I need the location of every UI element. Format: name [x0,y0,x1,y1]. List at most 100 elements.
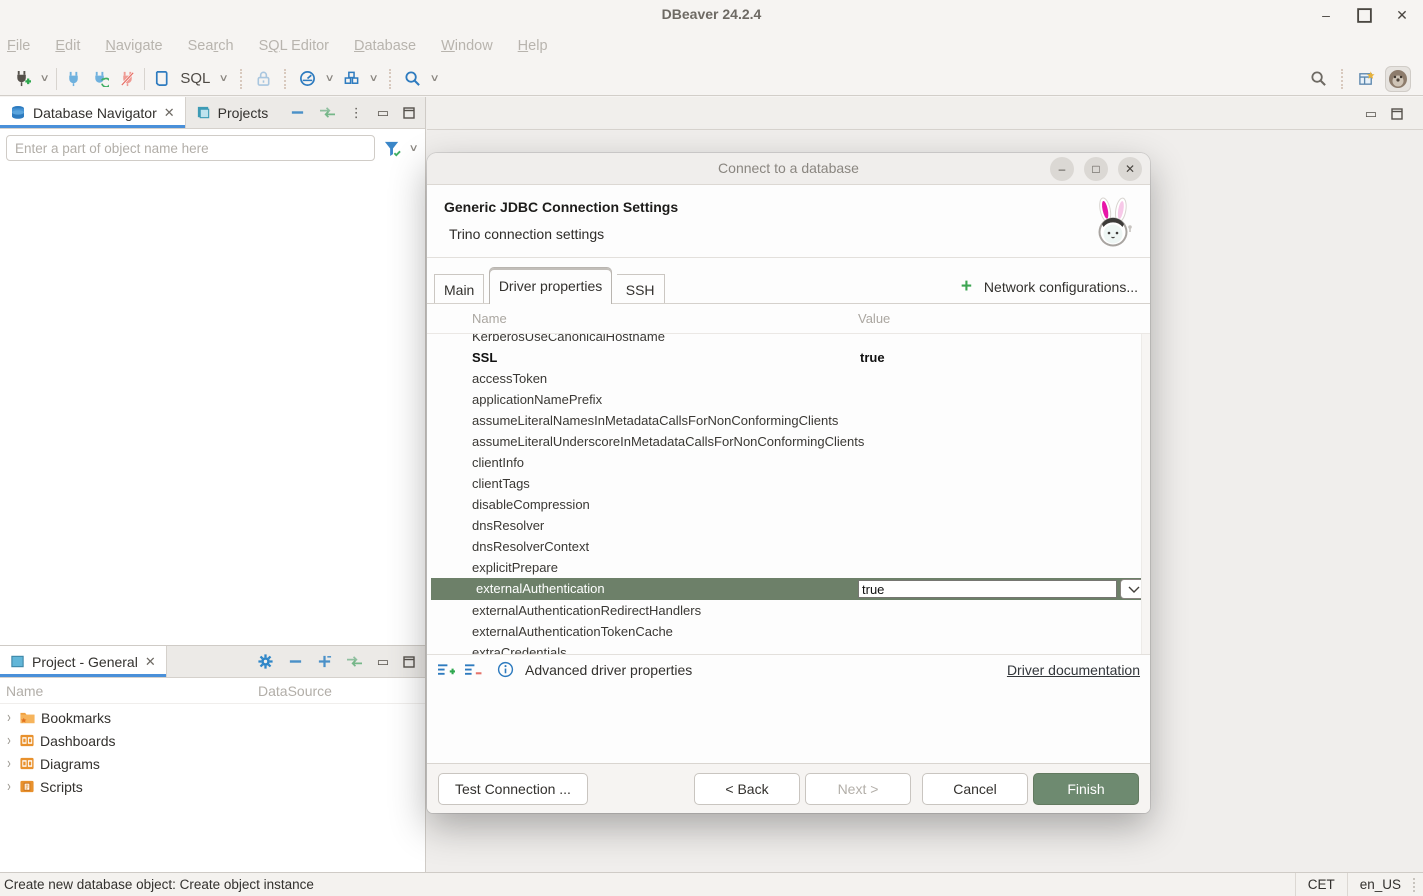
back-button[interactable]: < Back [694,773,800,805]
collapse-all-icon[interactable] [290,105,305,120]
tree-item-bookmarks[interactable]: › Bookmarks [0,706,425,729]
tree-item-dashboards[interactable]: › Dashboards [0,729,425,752]
expand-all-icon[interactable] [317,654,332,669]
dashboard-button[interactable] [299,70,316,87]
menu-sql-editor[interactable]: SQL Editor [259,38,329,54]
chevron-right-icon[interactable]: › [4,709,14,726]
property-value-input[interactable] [858,580,1117,598]
window-close-button[interactable]: ✕ [1391,4,1413,26]
transfer-dropdown[interactable]: ∨ [369,73,379,84]
open-perspective-button[interactable] [1358,70,1375,87]
tab-driver-properties[interactable]: Driver properties [489,267,612,304]
property-row[interactable]: dnsResolver [427,515,1150,536]
property-row[interactable]: clientTags [427,473,1150,494]
chevron-right-icon[interactable]: › [4,755,14,772]
tab-projects[interactable]: Projects [186,97,279,128]
maximize-editor-icon[interactable] [1391,108,1403,120]
property-row[interactable]: extraCredentials [427,642,1150,654]
column-datasource[interactable]: DataSource [258,683,332,699]
link-editor-icon[interactable] [346,654,363,669]
window-minimize-button[interactable]: – [1315,4,1337,26]
property-row[interactable]: externalAuthenticationTokenCache [427,621,1150,642]
settings-gear-icon[interactable] [257,653,274,670]
property-row[interactable]: disableCompression [427,494,1150,515]
menu-edit[interactable]: Edit [55,38,80,54]
remove-property-icon[interactable] [464,662,482,678]
property-row[interactable]: KerberosUseCanonicalHostname [427,334,1150,347]
finish-button[interactable]: Finish [1033,773,1139,805]
network-configurations-button[interactable]: + Network configurations... [961,277,1138,296]
reconnect-button[interactable] [92,70,109,87]
search-metadata-button[interactable] [404,70,421,87]
transfer-button[interactable] [343,70,360,87]
user-avatar-button[interactable] [1385,66,1411,92]
minimize-editor-icon[interactable]: ▭ [1365,106,1377,122]
property-row-selected[interactable]: externalAuthentication [431,578,1150,600]
driver-documentation-link[interactable]: Driver documentation [1007,662,1140,678]
window-maximize-button[interactable] [1353,4,1375,26]
dialog-close-button[interactable]: ✕ [1118,157,1142,181]
minimize-view-icon[interactable]: ▭ [377,105,389,121]
column-name[interactable]: Name [427,311,858,326]
dialog-maximize-button[interactable]: □ [1084,157,1108,181]
menu-window[interactable]: Window [441,38,493,54]
add-property-icon[interactable] [437,662,455,678]
minimize-view-icon[interactable]: ▭ [377,654,389,670]
timezone-indicator[interactable]: CET [1295,873,1347,896]
menu-search[interactable]: Search [188,38,234,54]
tab-main[interactable]: Main [434,274,484,304]
property-row[interactable]: assumeLiteralUnderscoreInMetadataCallsFo… [427,431,1150,452]
new-connection-button[interactable] [14,70,31,87]
column-name[interactable]: Name [0,683,258,699]
chevron-right-icon[interactable]: › [4,732,14,749]
tab-close-icon[interactable]: ✕ [145,654,156,670]
tree-item-scripts[interactable]: › Scripts [0,775,425,798]
table-scrollbar[interactable] [1141,334,1150,654]
column-value[interactable]: Value [858,311,890,326]
tab-database-navigator[interactable]: Database Navigator ✕ [0,97,186,128]
cancel-button[interactable]: Cancel [922,773,1028,805]
property-row[interactable]: externalAuthenticationRedirectHandlers [427,600,1150,621]
test-connection-button[interactable]: Test Connection ... [438,773,588,805]
connect-button[interactable] [65,70,82,87]
dialog-titlebar[interactable]: Connect to a database – □ ✕ [427,153,1150,185]
view-menu-icon[interactable]: ⋮ [350,105,363,121]
tree-item-diagrams[interactable]: › Diagrams [0,752,425,775]
sql-label[interactable]: SQL [180,70,210,87]
tab-label: Database Navigator [33,105,157,121]
link-editor-icon[interactable] [319,105,336,120]
tab-ssh[interactable]: SSH [617,274,665,304]
locale-indicator[interactable]: en_US [1347,873,1413,896]
chevron-right-icon[interactable]: › [4,778,14,795]
menu-help[interactable]: Help [518,38,548,54]
property-row[interactable]: applicationNamePrefix [427,389,1150,410]
disconnect-button[interactable] [119,70,136,87]
sql-dropdown[interactable]: ∨ [219,73,229,84]
dialog-minimize-button[interactable]: – [1050,157,1074,181]
maximize-view-icon[interactable] [403,107,415,119]
lock-button[interactable] [255,70,272,87]
maximize-view-icon[interactable] [403,656,415,668]
next-button[interactable]: Next > [805,773,911,805]
property-row[interactable]: explicitPrepare [427,557,1150,578]
new-connection-dropdown[interactable]: ∨ [40,73,50,84]
editor-area: ▭ Connect to a database – □ ✕ Generic JD… [427,97,1423,872]
dashboard-dropdown[interactable]: ∨ [324,73,334,84]
menu-database[interactable]: Database [354,38,416,54]
search-dropdown[interactable]: ∨ [430,73,440,84]
global-search-button[interactable] [1310,70,1327,87]
filter-dropdown-icon[interactable]: ∨ [408,143,418,154]
property-row[interactable]: accessToken [427,368,1150,389]
menu-file[interactable]: File [7,38,30,54]
tab-close-icon[interactable]: ✕ [164,105,175,121]
property-row[interactable]: SSLtrue [427,347,1150,368]
menu-navigate[interactable]: Navigate [105,38,162,54]
filter-funnel-icon[interactable] [383,140,402,157]
collapse-all-icon[interactable] [288,654,303,669]
sql-editor-button[interactable] [153,70,170,87]
object-filter-input[interactable] [6,135,375,161]
property-row[interactable]: dnsResolverContext [427,536,1150,557]
property-row[interactable]: clientInfo [427,452,1150,473]
property-row[interactable]: assumeLiteralNamesInMetadataCallsForNonC… [427,410,1150,431]
tab-project-general[interactable]: Project - General ✕ [0,646,167,677]
